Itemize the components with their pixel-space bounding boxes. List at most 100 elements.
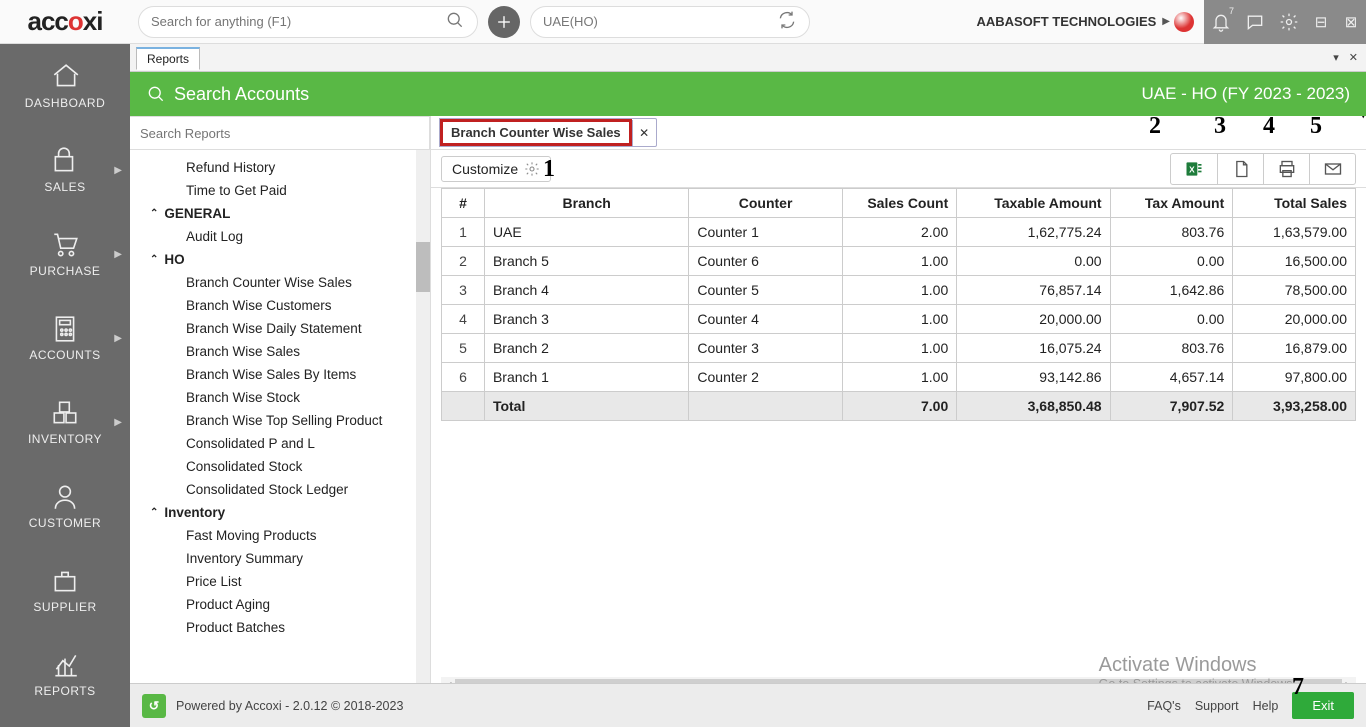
tree-scroll-thumb[interactable]	[416, 242, 430, 292]
tab-reports[interactable]: Reports	[136, 47, 200, 70]
notifications-button[interactable]: 7	[1204, 0, 1238, 44]
faqs-link[interactable]: FAQ's	[1147, 699, 1181, 713]
col-counter[interactable]: Counter	[689, 189, 842, 218]
tree-item[interactable]: Product Batches	[130, 616, 430, 639]
sidebar-item-customer[interactable]: CUSTOMER	[0, 464, 130, 548]
reports-tree-search[interactable]	[130, 116, 430, 150]
col-count[interactable]: Sales Count	[842, 189, 957, 218]
accoxi-mini-logo-icon: ↺	[142, 694, 166, 718]
export-excel-button[interactable]: X	[1171, 154, 1217, 184]
more-menu-icon[interactable]: ▾	[1360, 116, 1366, 121]
tab-dropdown-icon[interactable]: ▾	[1333, 51, 1339, 64]
tree-item[interactable]: Branch Wise Customers	[130, 294, 430, 317]
report-toolbar: Customize 1 X	[431, 150, 1366, 188]
table-row[interactable]: 2Branch 5Counter 61.000.000.0016,500.00	[442, 247, 1356, 276]
table-row[interactable]: 4Branch 3Counter 41.0020,000.000.0020,00…	[442, 305, 1356, 334]
tree-item[interactable]: Branch Wise Top Selling Product	[130, 409, 430, 432]
tree-item[interactable]: Consolidated Stock Ledger	[130, 478, 430, 501]
col-index[interactable]: #	[442, 189, 485, 218]
sidebar-item-inventory[interactable]: INVENTORY▶	[0, 380, 130, 464]
global-search-input[interactable]	[151, 14, 431, 29]
settings-button[interactable]	[1272, 0, 1306, 44]
notifications-badge: 7	[1229, 6, 1234, 16]
report-grid: # Branch Counter Sales Count Taxable Amo…	[431, 188, 1366, 677]
reports-tree-search-input[interactable]	[130, 117, 429, 149]
svg-text:X: X	[1189, 164, 1195, 174]
sidebar-item-purchase[interactable]: PURCHASE▶	[0, 212, 130, 296]
chevron-up-icon: ⌃	[150, 507, 158, 518]
tabstrip: Reports ▾ ✕	[130, 44, 1366, 72]
global-search[interactable]	[138, 6, 478, 38]
tree-group[interactable]: ⌃Inventory	[130, 501, 430, 524]
sidebar-item-dashboard[interactable]: DASHBOARD	[0, 44, 130, 128]
chevron-right-icon: ▶	[114, 417, 122, 428]
tree-item[interactable]: Branch Wise Sales	[130, 340, 430, 363]
tree-group[interactable]: ⌃HO	[130, 248, 430, 271]
col-total[interactable]: Total Sales	[1233, 189, 1356, 218]
tree-item[interactable]: Fast Moving Products	[130, 524, 430, 547]
search-icon	[445, 10, 465, 33]
report-tab[interactable]: Branch Counter Wise Sales	[440, 119, 632, 146]
tree-group[interactable]: ⌃GENERAL	[130, 202, 430, 225]
search-accounts-label: Search Accounts	[174, 84, 309, 105]
search-accounts-button[interactable]: Search Accounts	[146, 84, 309, 105]
topbar: accoxi UAE(HO) AABASOFT TECHNOLOGIES ▶ 7…	[0, 0, 1366, 44]
tab-close-all-icon[interactable]: ✕	[1349, 51, 1358, 64]
annotation-5: 5	[1310, 116, 1322, 140]
topbar-actions: 7	[1204, 0, 1306, 44]
table-total-row: Total7.003,68,850.487,907.523,93,258.00	[442, 392, 1356, 421]
app-logo: accoxi	[0, 0, 130, 44]
print-button[interactable]	[1263, 154, 1309, 184]
col-tax[interactable]: Tax Amount	[1110, 189, 1233, 218]
tree-item[interactable]: Price List	[130, 570, 430, 593]
close-button[interactable]: ⊠	[1336, 0, 1366, 44]
statusbar: ↺ Powered by Accoxi - 2.0.12 © 2018-2023…	[130, 683, 1366, 727]
content: Reports ▾ ✕ Search Accounts UAE - HO (FY…	[130, 44, 1366, 727]
minimize-button[interactable]: ⊟	[1306, 0, 1336, 44]
tree-item[interactable]: Consolidated Stock	[130, 455, 430, 478]
quick-add-button[interactable]	[488, 6, 520, 38]
table-row[interactable]: 5Branch 2Counter 31.0016,075.24803.7616,…	[442, 334, 1356, 363]
tree-item[interactable]: Branch Wise Daily Statement	[130, 317, 430, 340]
refresh-icon	[777, 10, 797, 33]
table-row[interactable]: 3Branch 4Counter 51.0076,857.141,642.867…	[442, 276, 1356, 305]
tree-scroll-track[interactable]	[416, 150, 430, 727]
report-pane: Branch Counter Wise Sales ✕ 2 3 4 5 ▾ Cu…	[430, 116, 1366, 727]
chat-button[interactable]	[1238, 0, 1272, 44]
export-pdf-button[interactable]	[1217, 154, 1263, 184]
status-indicator-icon	[1174, 12, 1194, 32]
sidebar-item-sales[interactable]: SALES▶	[0, 128, 130, 212]
powered-by-label: Powered by Accoxi - 2.0.12 © 2018-2023	[176, 699, 403, 713]
col-branch[interactable]: Branch	[484, 189, 688, 218]
tree-item[interactable]: Audit Log	[130, 225, 430, 248]
support-link[interactable]: Support	[1195, 699, 1239, 713]
branch-label: UAE(HO)	[543, 14, 598, 29]
tree-item[interactable]: Consolidated P and L	[130, 432, 430, 455]
reports-tree: Refund HistoryTime to Get Paid⌃GENERALAu…	[130, 116, 430, 727]
sidebar-item-reports[interactable]: REPORTS	[0, 632, 130, 716]
company-name[interactable]: AABASOFT TECHNOLOGIES	[976, 14, 1156, 29]
email-button[interactable]	[1309, 154, 1355, 184]
exit-button[interactable]: Exit	[1292, 692, 1354, 719]
chevron-up-icon: ⌃	[150, 208, 158, 219]
tree-item[interactable]: Branch Wise Stock	[130, 386, 430, 409]
report-tab-close[interactable]: ✕	[632, 120, 656, 146]
tree-item[interactable]: Branch Counter Wise Sales	[130, 271, 430, 294]
table-row[interactable]: 1UAECounter 12.001,62,775.24803.761,63,5…	[442, 218, 1356, 247]
table-row[interactable]: 6Branch 1Counter 21.0093,142.864,657.149…	[442, 363, 1356, 392]
help-link[interactable]: Help	[1253, 699, 1279, 713]
col-taxable[interactable]: Taxable Amount	[957, 189, 1110, 218]
branch-selector[interactable]: UAE(HO)	[530, 6, 810, 38]
annotation-2: 2	[1149, 116, 1161, 140]
customize-button[interactable]: Customize	[441, 156, 551, 182]
tree-item[interactable]: Branch Wise Sales By Items	[130, 363, 430, 386]
chevron-right-icon: ▶	[114, 249, 122, 260]
chevron-right-icon: ▶	[1162, 16, 1170, 27]
sidebar-item-accounts[interactable]: ACCOUNTS▶	[0, 296, 130, 380]
chevron-up-icon: ⌃	[150, 254, 158, 265]
tree-item[interactable]: Time to Get Paid	[130, 179, 430, 202]
tree-item[interactable]: Product Aging	[130, 593, 430, 616]
sidebar-item-supplier[interactable]: SUPPLIER	[0, 548, 130, 632]
tree-item[interactable]: Inventory Summary	[130, 547, 430, 570]
tree-item[interactable]: Refund History	[130, 156, 430, 179]
